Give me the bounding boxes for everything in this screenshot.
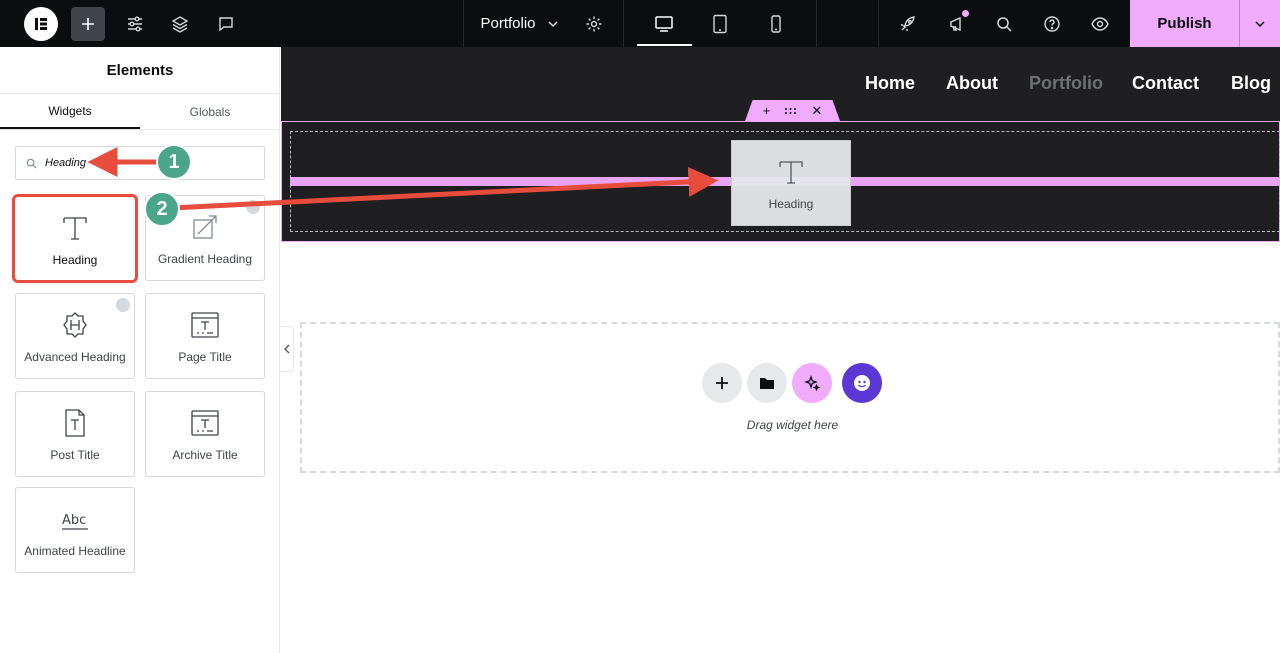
widget-label: Advanced Heading [24, 350, 126, 364]
plus-icon [716, 377, 728, 389]
heading-t-icon [776, 155, 806, 189]
search-icon [997, 16, 1012, 32]
publish-group: Publish [1130, 0, 1280, 47]
widget-advanced-heading[interactable]: Advanced Heading [15, 293, 135, 379]
search-value: Heading [45, 157, 86, 169]
drag-widget-hint: Drag widget here [746, 418, 839, 432]
active-device-indicator [637, 44, 692, 46]
nav-link-portfolio[interactable]: Portfolio [1029, 73, 1103, 94]
toolbar-divider [463, 0, 464, 47]
gear-icon [586, 16, 602, 31]
eye-icon [1091, 16, 1109, 31]
tab-widgets[interactable]: Widgets [0, 95, 140, 129]
notes-button[interactable] [211, 0, 241, 47]
widget-page-title[interactable]: Page Title [145, 293, 265, 379]
heading-t-icon [60, 211, 90, 245]
add-section-icon[interactable]: + [763, 103, 771, 118]
empty-drop-area[interactable] [300, 322, 1280, 473]
animated-headline-icon: Abc [60, 502, 90, 536]
sliders-icon [128, 16, 142, 31]
pro-badge-icon [116, 298, 130, 312]
widget-label: Animated Headline [24, 544, 126, 558]
plus-icon [71, 6, 105, 41]
desktop-icon [655, 15, 673, 32]
widget-animated-headline[interactable]: Abc Animated Headline [15, 487, 135, 573]
step-badge-1: 1 [156, 144, 192, 180]
publish-options-button[interactable] [1240, 0, 1280, 47]
widget-heading[interactable]: Heading [12, 194, 138, 283]
toolbar-divider [878, 0, 879, 47]
mobile-view-button[interactable] [762, 0, 790, 47]
add-new-container-button[interactable] [702, 363, 742, 403]
tab-globals[interactable]: Globals [140, 95, 280, 129]
widget-label: Archive Title [172, 448, 238, 462]
widget-label: Heading [768, 197, 814, 211]
pro-badge-icon [246, 200, 260, 214]
widget-label: Heading [52, 253, 98, 267]
help-button[interactable] [1038, 0, 1066, 47]
section-handle: + ✕ [745, 100, 840, 121]
layers-icon [171, 15, 189, 33]
close-icon[interactable]: ✕ [811, 103, 822, 119]
notification-dot [962, 10, 969, 17]
page-settings-button[interactable] [580, 0, 608, 47]
publish-button[interactable]: Publish [1130, 0, 1239, 47]
rocket-icon [901, 15, 915, 31]
plugin-assistant-button[interactable] [842, 363, 882, 403]
page-name: Portfolio [480, 15, 536, 32]
elementor-logo-icon [24, 6, 58, 41]
chevron-down-icon [547, 20, 558, 27]
sparkle-icon [804, 375, 820, 391]
mobile-icon [771, 14, 781, 33]
desktop-view-button[interactable] [650, 0, 678, 47]
widget-label: Gradient Heading [157, 252, 253, 266]
chevron-left-icon [283, 344, 289, 354]
tabs-divider [0, 129, 280, 130]
template-library-button[interactable] [747, 363, 787, 403]
whats-new-button[interactable] [943, 0, 971, 47]
help-circle-icon [1044, 15, 1060, 32]
drag-handle-icon[interactable] [784, 103, 797, 118]
structure-button[interactable] [165, 0, 195, 47]
add-element-button[interactable] [71, 0, 105, 47]
widget-post-title[interactable]: Post Title [15, 391, 135, 477]
preview-button[interactable] [1086, 0, 1114, 47]
nav-link-home[interactable]: Home [865, 73, 915, 94]
nav-link-blog[interactable]: Blog [1231, 73, 1271, 94]
finder-button[interactable] [990, 0, 1018, 47]
svg-text:Abc: Abc [62, 513, 86, 528]
archive-title-icon [190, 406, 220, 440]
post-title-icon [60, 406, 90, 440]
search-icon [26, 158, 37, 169]
tablet-icon [713, 14, 727, 33]
gradient-heading-icon [190, 210, 220, 244]
chevron-down-icon [1255, 20, 1265, 27]
comment-icon [219, 16, 233, 31]
widget-label: Page Title [178, 350, 232, 364]
nav-link-contact[interactable]: Contact [1132, 73, 1199, 94]
tablet-view-button[interactable] [706, 0, 734, 47]
page-selector[interactable]: Portfolio [475, 0, 565, 47]
toolbar-divider [816, 0, 817, 47]
megaphone-icon [950, 16, 961, 31]
smiley-icon [854, 375, 870, 391]
ai-generate-button[interactable] [792, 363, 832, 403]
widget-archive-title[interactable]: Archive Title [145, 391, 265, 477]
elementor-logo-button[interactable] [20, 0, 62, 47]
folder-icon [760, 378, 774, 389]
elements-panel: Elements Widgets Globals Heading Heading… [0, 47, 280, 653]
page-title-icon [190, 308, 220, 342]
widget-search-input[interactable]: Heading [15, 146, 265, 180]
widget-label: Post Title [50, 448, 100, 462]
site-settings-button[interactable] [120, 0, 150, 47]
toolbar-divider [623, 0, 624, 47]
advanced-heading-icon [60, 308, 90, 342]
nav-link-about[interactable]: About [946, 73, 998, 94]
dragged-heading-widget[interactable]: Heading [731, 140, 851, 226]
step-badge-2: 2 [144, 191, 180, 227]
collapse-panel-button[interactable] [280, 326, 294, 372]
panel-title: Elements [0, 47, 280, 94]
launchpad-button[interactable] [894, 0, 922, 47]
top-bar: Portfolio Publish [0, 0, 1280, 47]
